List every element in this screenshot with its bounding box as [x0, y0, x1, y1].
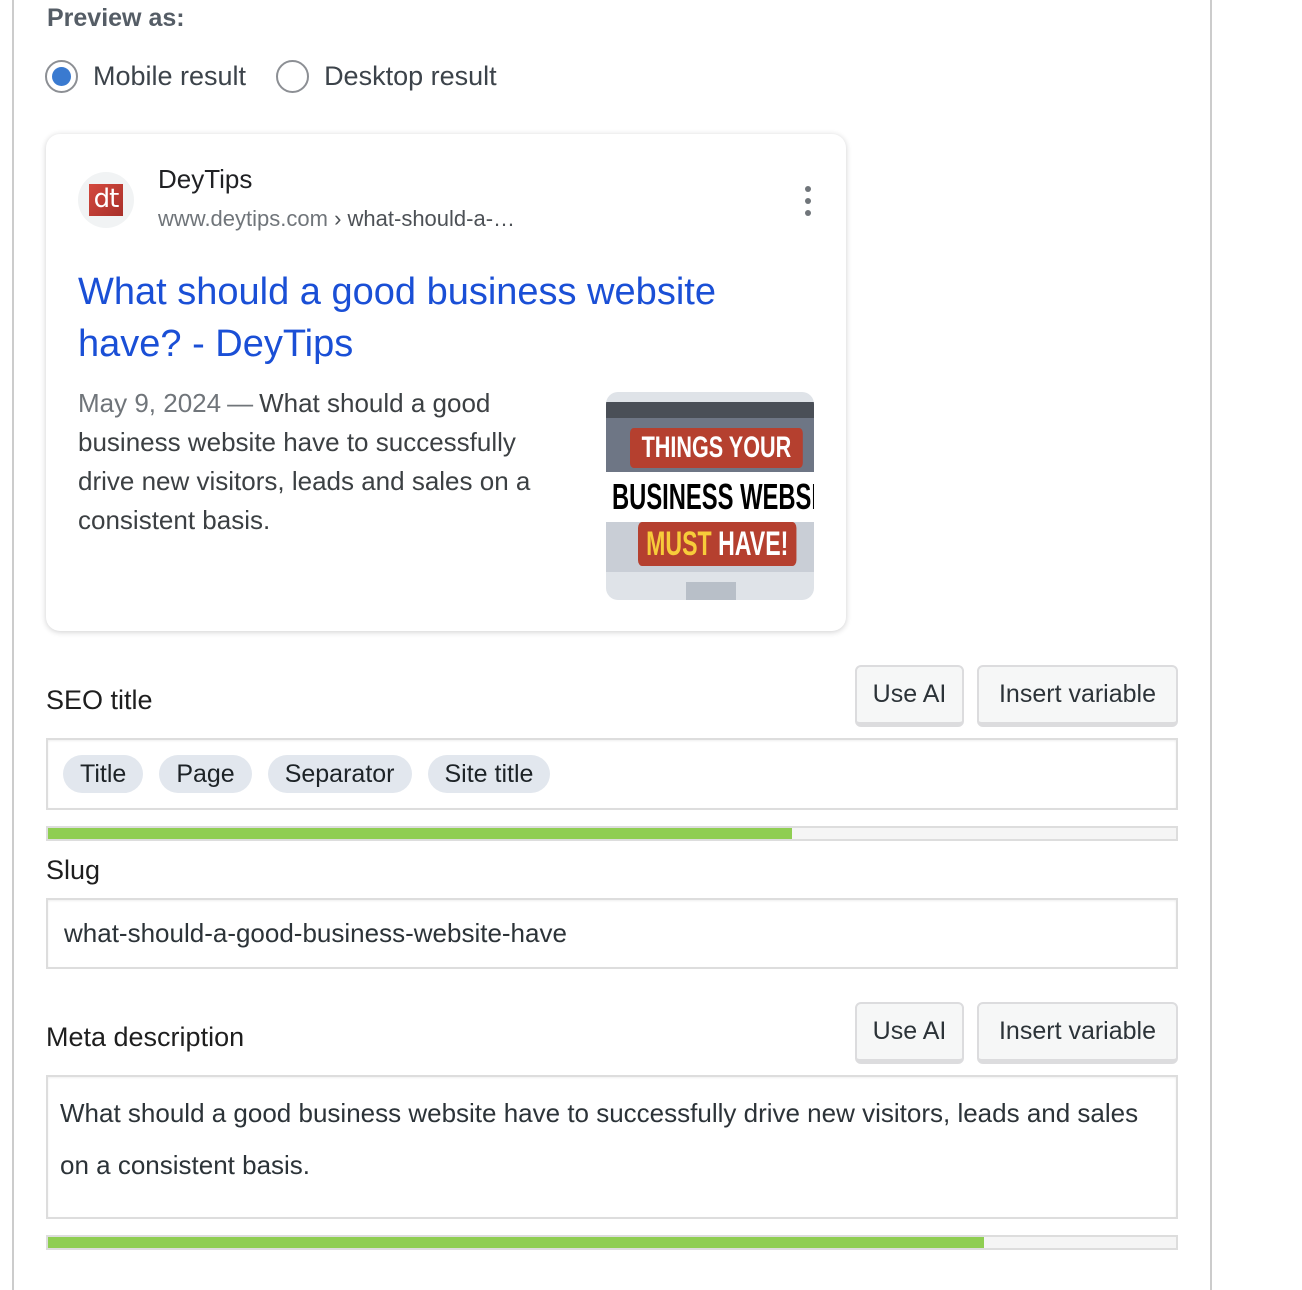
seo-title-use-ai-button[interactable]: Use AI [855, 665, 964, 727]
serp-date: May 9, 2024 [78, 388, 222, 418]
meta-use-ai-button[interactable]: Use AI [855, 1002, 964, 1064]
desktop-result-option[interactable]: Desktop result [276, 60, 497, 93]
desktop-result-radio[interactable] [276, 60, 310, 93]
thumbnail-text-line2: BUSINESS WEBSIT [612, 476, 814, 517]
url-domain: www.deytips.com [158, 206, 328, 231]
thumbnail-must: MUST [646, 525, 712, 563]
mobile-result-option[interactable]: Mobile result [45, 60, 246, 93]
slug-value: what-should-a-good-business-website-have [64, 918, 567, 948]
seo-title-insert-variable-button[interactable]: Insert variable [977, 665, 1178, 727]
radio-selected-dot [52, 67, 71, 86]
variable-chip[interactable]: Separator [267, 755, 412, 793]
variable-chip[interactable]: Title [63, 755, 144, 793]
serp-thumbnail-image: THINGS YOUR BUSINESS WEBSIT MUST HAVE! [606, 392, 814, 600]
kebab-menu-icon[interactable] [798, 186, 818, 216]
thumbnail-have: HAVE! [718, 525, 789, 563]
google-preview-card: dt DeyTips www.deytips.com › what-should… [46, 134, 846, 631]
mobile-result-label: Mobile result [93, 61, 247, 91]
mobile-result-radio[interactable] [45, 60, 78, 93]
desktop-result-label: Desktop result [324, 61, 497, 91]
meta-description-progress-fill [48, 1237, 985, 1248]
preview-mode-radio-group: Mobile result Desktop result [45, 60, 527, 93]
site-url-breadcrumb: www.deytips.com › what-should-a-… [158, 206, 515, 232]
thumbnail-text-line3: MUST HAVE! [638, 522, 797, 566]
variable-chip[interactable]: Site title [427, 755, 551, 793]
url-separator: › [327, 206, 348, 231]
preview-as-label: Preview as: [47, 4, 185, 32]
meta-description-value: What should a good business website have… [60, 1098, 1139, 1180]
seo-title-input[interactable]: Title Page Separator Site title [46, 738, 1178, 810]
date-dash: — [227, 388, 254, 418]
meta-description-length-progress [46, 1235, 1178, 1250]
seo-title-length-progress [46, 826, 1178, 841]
meta-description-label: Meta description [46, 1022, 245, 1052]
seo-title-variable-chips: Title Page Separator Site title [48, 740, 1176, 808]
seo-title-label: SEO title [46, 685, 153, 715]
slug-label: Slug [46, 855, 101, 885]
serp-description: May 9, 2024— What should a good business … [78, 384, 578, 540]
serp-title-link[interactable]: What should a good business website have… [78, 266, 798, 370]
site-favicon: dt [78, 172, 134, 228]
favicon-logo-icon: dt [89, 184, 123, 216]
variable-chip[interactable]: Page [159, 755, 252, 793]
thumbnail-text-line1: THINGS YOUR [630, 428, 803, 468]
seo-title-progress-fill [48, 828, 793, 839]
url-path: what-should-a-… [347, 206, 516, 231]
meta-description-input[interactable]: What should a good business website have… [46, 1075, 1178, 1219]
slug-input[interactable]: what-should-a-good-business-website-have [46, 898, 1178, 969]
meta-insert-variable-button[interactable]: Insert variable [977, 1002, 1178, 1064]
site-name: DeyTips [158, 164, 253, 194]
